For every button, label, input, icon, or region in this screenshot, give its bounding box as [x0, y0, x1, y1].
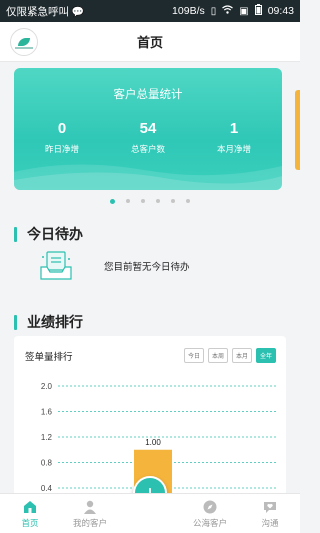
empty-tray-icon: [38, 250, 74, 282]
tab-label: 公海客户: [192, 517, 227, 528]
section-accent-bar: [14, 226, 17, 242]
tab-home[interactable]: 首页: [0, 494, 60, 533]
network-speed: 109B/s: [172, 5, 205, 17]
carrier-label: 仅限紧急呼叫: [6, 5, 69, 18]
y-tick-label: 2.0: [41, 382, 53, 391]
status-bar: 仅限紧急呼叫 💬 109B/s ▯ ▣ 09:43: [0, 0, 300, 22]
wifi-icon: [222, 5, 234, 17]
carousel-dot[interactable]: [141, 199, 145, 203]
banner-title: 客户总量统计: [113, 89, 183, 101]
banner-wave-decoration: [14, 164, 282, 190]
compass-icon: [203, 500, 217, 513]
todo-empty-state: 您目前暂无今日待办: [38, 250, 190, 282]
ranking-card-title: 签单量排行: [25, 352, 73, 363]
carousel-dot[interactable]: [171, 199, 175, 203]
y-tick-label: 1.2: [41, 433, 53, 442]
tab-week[interactable]: 本周: [207, 348, 228, 363]
chat-heart-icon: [264, 501, 276, 513]
user-icon: [84, 500, 96, 514]
stat-month: 1 本月净增: [206, 120, 262, 155]
todo-empty-text: 您目前暂无今日待办: [104, 262, 190, 273]
ranking-section-title: 业绩排行: [14, 312, 83, 332]
page-title: 首页: [136, 35, 163, 50]
bar-data-label: 1.00: [145, 438, 161, 447]
stat-value: 0: [57, 120, 67, 137]
y-tick-label: 1.6: [41, 408, 53, 417]
next-banner-peek: [295, 90, 300, 170]
carousel-dot[interactable]: [156, 199, 160, 203]
todo-section-title: 今日待办: [14, 224, 83, 244]
clock: 09:43: [267, 5, 294, 17]
stat-yesterday: 0 昨日净增: [34, 120, 90, 155]
brand-logo-icon[interactable]: [10, 28, 38, 56]
tab-add-spacer: [120, 494, 180, 533]
app-header: 首页: [0, 22, 300, 62]
tab-label: 我的客户: [72, 517, 107, 528]
stat-value: 54: [139, 120, 157, 137]
home-icon: [24, 500, 36, 513]
tab-today[interactable]: 今日: [183, 348, 204, 363]
tab-public-customers[interactable]: 公海客户: [180, 494, 240, 533]
tab-month[interactable]: 本月: [231, 348, 252, 363]
carousel-dot[interactable]: [186, 199, 190, 203]
sim-icon: ▯: [210, 5, 217, 17]
ranking-card: 签单量排行 今日 本周 本月 全年 2.0 1.6 1.2 0.8 0.4 1.00: [14, 336, 286, 496]
period-tabs: 今日 本周 本月 全年: [183, 348, 276, 363]
tab-communication[interactable]: 沟通: [240, 494, 300, 533]
bottom-tab-bar: 首页 我的客户 公海客户 沟通: [0, 493, 300, 533]
tab-year[interactable]: 全年: [255, 348, 276, 363]
tab-label: 沟通: [261, 517, 279, 528]
customer-stats-banner[interactable]: 客户总量统计 0 昨日净增 54 总客户数 1 本月净增: [14, 68, 282, 190]
y-tick-label: 0.4: [41, 484, 53, 493]
message-icon: 💬: [71, 6, 85, 18]
carousel-dot[interactable]: [110, 199, 115, 204]
section-accent-bar: [14, 314, 17, 330]
carrier-text: 仅限紧急呼叫 💬: [6, 4, 172, 19]
tab-my-customers[interactable]: 我的客户: [60, 494, 120, 533]
y-tick-label: 0.8: [41, 459, 53, 468]
tab-label: 首页: [21, 517, 39, 528]
section-title-text: 业绩排行: [27, 314, 83, 330]
stat-value: 1: [229, 120, 239, 137]
carousel-indicator: [0, 199, 300, 204]
section-title-text: 今日待办: [27, 226, 83, 242]
battery-icon: [254, 4, 262, 18]
carousel-dot[interactable]: [126, 199, 130, 203]
clipboard-icon: ▣: [239, 5, 249, 17]
stat-total: 54 总客户数: [120, 120, 176, 155]
